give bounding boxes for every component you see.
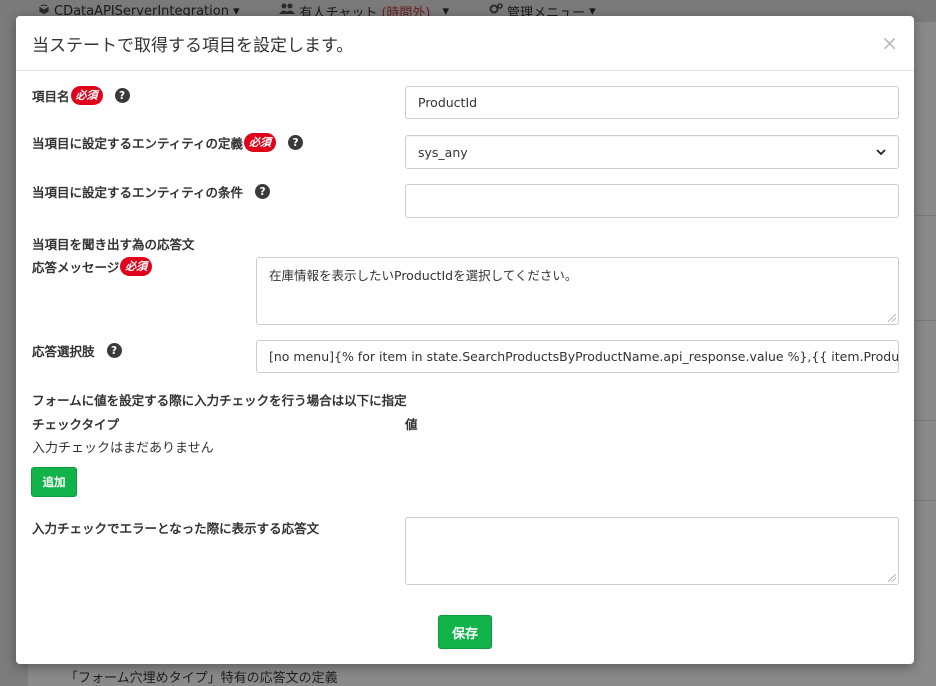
validation-heading: フォームに値を設定する際に入力チェックを行う場合は以下に指定 [32,393,407,408]
entity-condition-label: 当項目に設定するエンティティの条件 ? [32,182,271,201]
background-section-label: 「フォーム穴埋めタイプ」特有の応答文の定義 [65,671,338,686]
entity-definition-label: 当項目に設定するエンティティの定義 必須 ? [32,133,304,153]
response-message-value: 在庫情報を表示したいProductIdを選択してください。 [269,268,578,283]
validation-col-check-type: チェックタイプ [32,417,120,432]
response-message-textarea[interactable]: 在庫情報を表示したいProductIdを選択してください。 [256,257,899,325]
help-icon[interactable]: ? [288,135,304,151]
state-item-settings-modal: 当ステートで取得する項目を設定します。 × 項目名 必須 ? ProductId… [16,16,914,664]
response-message-label-text: 応答メッセージ [32,260,120,276]
chevron-down-icon [876,145,886,159]
modal-title: 当ステートで取得する項目を設定します。 [32,35,354,56]
required-badge: 必須 [70,86,103,106]
required-badge: 必須 [120,257,153,277]
item-name-value: ProductId [418,95,478,110]
item-name-label: 項目名 必須 ? [32,86,130,106]
entity-condition-input[interactable] [405,184,899,218]
item-name-label-text: 項目名 [32,89,70,105]
validation-error-label: 入力チェックでエラーとなった際に表示する応答文 [32,518,319,537]
entity-condition-label-text: 当項目に設定するエンティティの条件 [32,185,244,200]
help-icon[interactable]: ? [114,88,130,104]
save-button[interactable]: 保存 [438,615,492,649]
validation-error-label-text: 入力チェックでエラーとなった際に表示する応答文 [32,521,320,536]
item-name-input[interactable]: ProductId [405,86,899,119]
help-icon[interactable]: ? [255,184,271,199]
response-options-label-text: 応答選択肢 [32,344,95,359]
validation-empty-text: 入力チェックはまだありません [32,441,214,456]
modal-header: 当ステートで取得する項目を設定します。 × [16,16,914,71]
response-section-heading: 当項目を聞き出す為の応答文 [32,234,195,253]
response-options-label: 応答選択肢 ? [32,341,122,360]
entity-definition-selected-value: sys_any [418,144,468,160]
close-icon[interactable]: × [881,33,898,53]
response-options-value: [no menu]{% for item in state.SearchProd… [269,349,899,364]
required-badge: 必須 [244,133,277,153]
validation-error-textarea[interactable] [405,517,899,585]
resize-grip-icon[interactable] [888,314,896,322]
add-validation-button[interactable]: 追加 [31,467,77,497]
resize-grip-icon[interactable] [888,574,896,582]
entity-definition-select[interactable]: sys_any [405,135,899,169]
validation-col-value: 値 [405,417,418,432]
response-message-label: 応答メッセージ 必須 [32,257,153,277]
help-icon[interactable]: ? [106,343,122,358]
response-options-input[interactable]: [no menu]{% for item in state.SearchProd… [256,340,899,373]
response-section-heading-text: 当項目を聞き出す為の応答文 [32,237,195,252]
entity-definition-label-text: 当項目に設定するエンティティの定義 [32,136,244,152]
